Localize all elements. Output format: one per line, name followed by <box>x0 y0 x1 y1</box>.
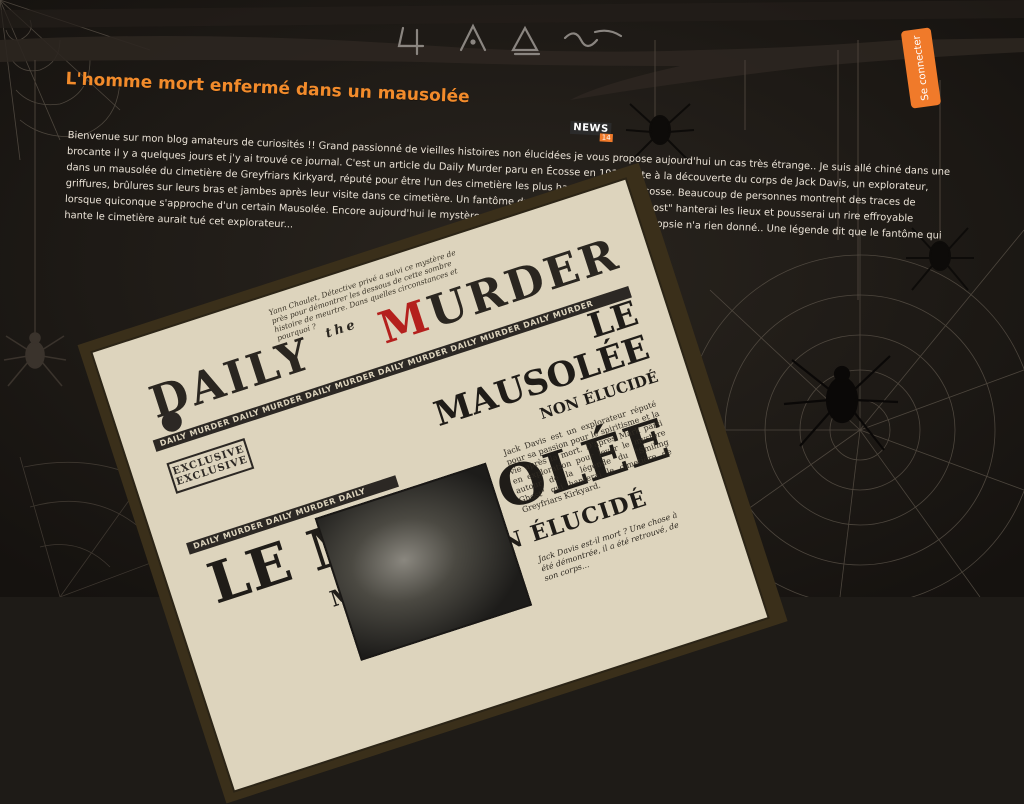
news-badge: NEWS 14 <box>569 120 614 145</box>
login-button-label: Se connecter <box>910 34 932 102</box>
exclusive-stamp: EXCLUSIVE EXCLUSIVE <box>166 438 255 494</box>
masthead-the: the <box>323 316 360 342</box>
cryptic-glyph-logo[interactable] <box>395 18 635 62</box>
news-badge-number: 14 <box>599 133 613 143</box>
